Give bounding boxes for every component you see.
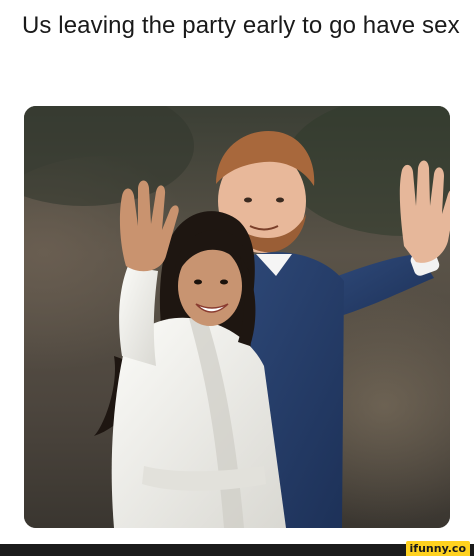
ifunny-watermark: ifunny.co: [405, 541, 470, 556]
couple-waving-photo-icon: [24, 106, 450, 528]
footer-bar: ifunny.co: [0, 541, 474, 556]
meme-caption: Us leaving the party early to go have se…: [22, 12, 460, 39]
meme-photo: [24, 106, 450, 528]
